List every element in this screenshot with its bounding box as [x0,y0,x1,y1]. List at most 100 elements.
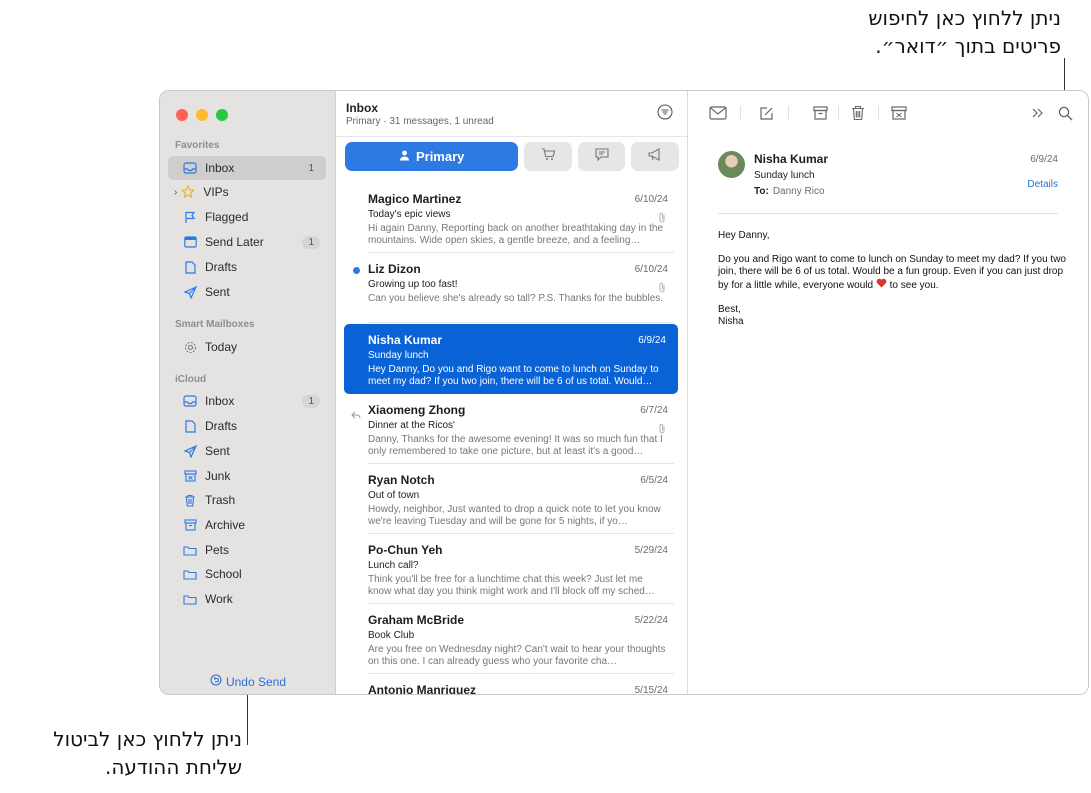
mailbox-title: Inbox [346,101,378,115]
list-item[interactable]: Magico Martinez 6/10/24 Today's epic vie… [336,183,688,253]
tab-transactions[interactable] [524,142,572,171]
compose-icon[interactable] [756,103,776,123]
undo-callout-line-2: שליחת ההודעה. [104,755,242,779]
message-date: 6/9/24 [1030,154,1058,165]
unread-count-badge: 1 [308,162,314,174]
message-snippet: Danny, Thanks for the awesome evening! I… [368,434,663,457]
list-item-selected[interactable]: Nisha Kumar 6/9/24 Sunday lunch Hey Dann… [344,324,678,394]
message-subject: Dinner at the Ricos' [368,420,455,431]
window-controls [176,109,228,121]
count-badge: 1 [302,235,320,249]
double-chevron-icon[interactable] [1028,103,1048,123]
search-callout: ניתן ללחוץ כאן לחיפוש פריטים בתוך ״דואר״… [868,4,1061,60]
chevron-right-icon[interactable]: › [174,187,177,198]
search-callout-leader [1064,58,1065,94]
icloud-section-title: iCloud [175,374,207,385]
undo-send-button[interactable]: Undo Send [160,674,336,689]
calendar-icon [182,234,198,250]
message-date: 6/10/24 [634,264,668,275]
sidebar-item-flagged[interactable]: Flagged [168,205,326,229]
zoom-window-button[interactable] [216,109,228,121]
sidebar-item-vips[interactable]: › VIPs [168,180,326,204]
to-label: To: [754,186,769,197]
list-item[interactable]: Liz Dizon 6/10/24 Growing up too fast! C… [336,253,688,323]
message-list: Inbox Primary · 31 messages, 1 unread Pr… [336,91,688,694]
search-icon[interactable] [1055,103,1075,123]
sidebar-item-archive[interactable]: Archive [168,513,326,537]
sidebar-item-work[interactable]: Work [168,587,326,611]
toolbar-divider [788,106,789,121]
favorites-section-title: Favorites [175,140,220,151]
undo-send-label: Undo Send [225,674,287,689]
sidebar-item-junk[interactable]: Junk [168,464,326,488]
message-snippet: Hey Danny, Do you and Rigo want to come … [368,364,659,387]
sidebar-item-today[interactable]: Today [168,335,326,359]
body-text-end: to see you. [886,280,939,291]
list-item[interactable]: Ryan Notch 6/5/24 Out of town Howdy, nei… [336,464,688,534]
sidebar-item-label: Trash [205,493,236,507]
close-window-button[interactable] [176,109,188,121]
trash-icon[interactable] [848,103,868,123]
toolbar-divider [838,106,839,121]
document-icon [182,418,198,434]
undo-callout-line-1: ניתן ללחוץ כאן לביטול [53,727,242,751]
sidebar-item-sent[interactable]: Sent [168,280,326,304]
recipient-name[interactable]: Danny Rico [773,186,825,197]
filter-icon[interactable] [657,104,673,120]
sidebar-item-send-later[interactable]: Send Later 1 [168,230,326,254]
junk-icon[interactable] [889,103,909,123]
smart-mailboxes-section-title: Smart Mailboxes [175,319,255,330]
list-item[interactable]: Antonio Manriquez 5/15/24 [336,674,688,695]
message-subject: Growing up too fast! [368,279,458,290]
list-item[interactable]: Xiaomeng Zhong 6/7/24 Dinner at the Rico… [336,394,688,464]
list-header: Inbox Primary · 31 messages, 1 unread [346,101,494,127]
row-divider [368,322,674,323]
sidebar-item-drafts[interactable]: Drafts [168,255,326,279]
message-snippet: Can you believe she's already so tall? P… [368,293,664,304]
message-date: 5/29/24 [634,545,668,556]
message-date: 6/5/24 [640,475,668,486]
avatar [718,151,745,178]
sidebar-item-icloud-sent[interactable]: Sent [168,439,326,463]
message-date: 6/7/24 [640,405,668,416]
envelope-icon[interactable] [708,103,728,123]
sidebar-item-inbox[interactable]: Inbox 1 [168,156,326,180]
paper-plane-icon [182,284,198,300]
message-subject: Sunday lunch [754,170,815,181]
sidebar-item-label: Flagged [205,210,249,224]
sidebar-item-icloud-drafts[interactable]: Drafts [168,414,326,438]
sidebar-item-pets[interactable]: Pets [168,538,326,562]
toolbar-divider [878,106,879,121]
message-date: 6/9/24 [638,335,666,346]
inbox-icon [182,393,198,409]
sidebar: Favorites Inbox 1 › VIPs Flagged Send La… [160,91,336,694]
archive-icon[interactable] [810,103,830,123]
body-signoff: Best, [718,304,741,315]
inbox-icon [182,160,198,176]
heart-icon [876,278,887,291]
message-date: 5/22/24 [634,615,668,626]
tab-promotions[interactable] [631,142,679,171]
tab-primary[interactable]: Primary [345,142,519,171]
sidebar-item-label: Today [205,340,238,354]
sidebar-item-trash[interactable]: Trash [168,488,326,512]
unread-dot-icon [353,267,360,274]
sidebar-item-label: Junk [205,469,231,483]
message-date: 5/15/24 [634,685,668,695]
mailbox-subtitle: Primary · 31 messages, 1 unread [346,116,494,127]
message-subject: Sunday lunch [368,350,429,361]
sidebar-item-school[interactable]: School [168,562,326,586]
list-item[interactable]: Graham McBride 5/22/24 Book Club Are you… [336,604,688,674]
sidebar-item-label: Drafts [205,260,238,274]
sidebar-item-label: VIPs [203,185,229,199]
list-item[interactable]: Po-Chun Yeh 5/29/24 Lunch call? Think yo… [336,534,688,604]
minimize-window-button[interactable] [196,109,208,121]
folder-icon [182,591,198,607]
sidebar-item-label: Sent [205,444,230,458]
star-icon [180,184,196,200]
sidebar-item-icloud-inbox[interactable]: Inbox 1 [168,389,326,413]
message-subject: Today's epic views [368,209,451,220]
gear-icon [182,339,198,355]
details-link[interactable]: Details [1027,179,1058,190]
tab-updates[interactable] [577,142,626,171]
